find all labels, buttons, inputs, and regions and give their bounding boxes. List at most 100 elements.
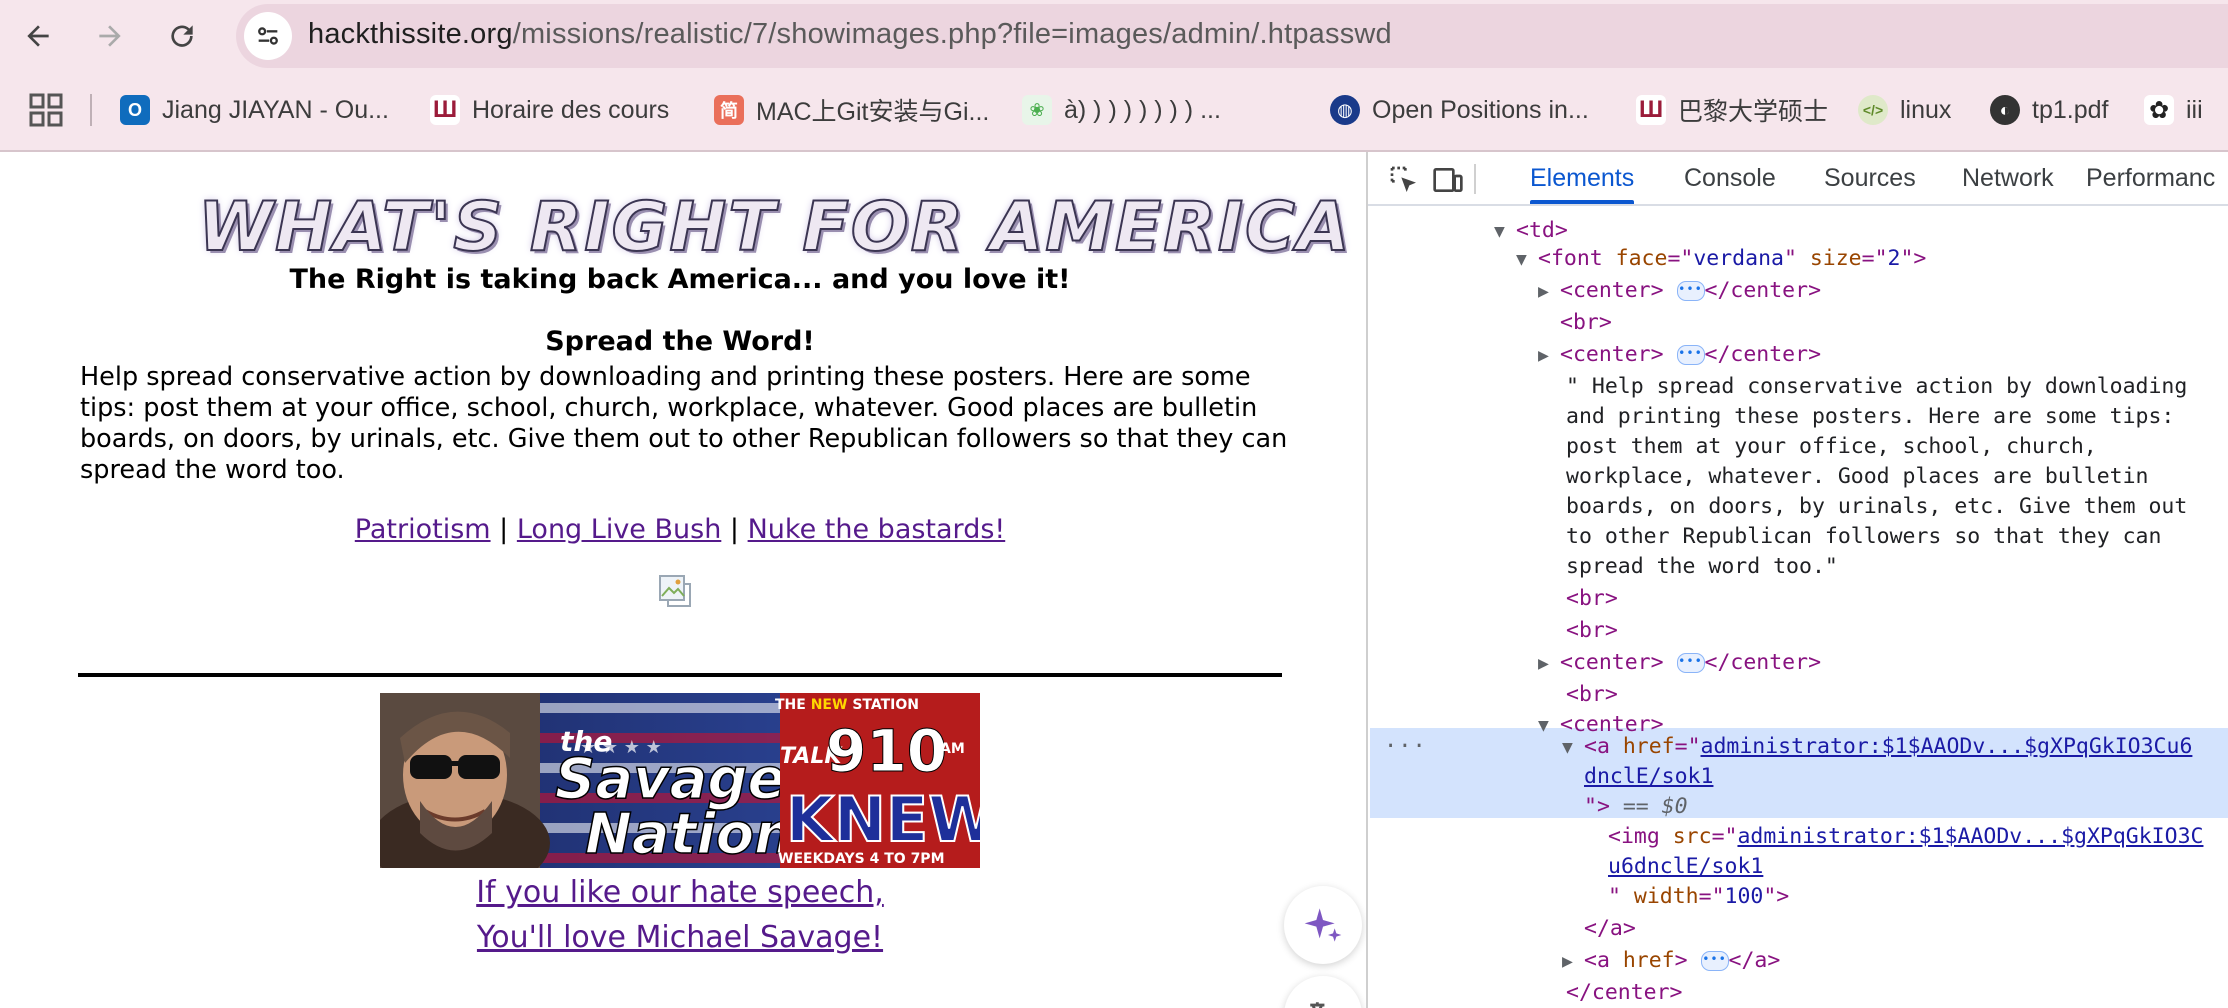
url-host: hackthissite.org (308, 18, 513, 50)
dom-node-center[interactable]: ▶ <center> •••</center> (1368, 276, 2228, 306)
ellipsis-badge[interactable]: ••• (1676, 281, 1705, 301)
nuke-link[interactable]: Nuke the bastards! (748, 514, 1006, 545)
tab-network[interactable]: Network (1962, 152, 2054, 204)
dom-node-center[interactable]: ▶ <center> •••</center> (1368, 648, 2228, 678)
dom-node-br[interactable]: <br> (1368, 584, 2228, 614)
globe-icon: ◍ (1330, 95, 1360, 125)
banner-am: AM (940, 741, 965, 757)
banner-frequency: 910 (826, 717, 947, 785)
bookmark-item[interactable]: ◍ Open Positions in... (1330, 88, 1589, 132)
bookmark-item[interactable]: Ш Horaire des cours (430, 88, 669, 132)
bookmark-item[interactable]: 简 MAC上Git安装与Gi... (714, 88, 989, 132)
device-toggle-icon[interactable] (1428, 160, 1468, 200)
world-icon: ◐ (1990, 95, 2020, 125)
address-bar[interactable]: hackthissite.org/missions/realistic/7/sh… (236, 4, 2228, 68)
savage-nation-banner[interactable]: ★ ★ ★ ★ the Savage Nation THE NEW STATIO… (380, 693, 980, 868)
collapsed-triangle-icon[interactable]: ▶ (1538, 277, 1560, 307)
site-logo: WHAT'S RIGHT FOR AMERICA (197, 187, 1352, 268)
bookmark-label: Jiang JIAYAN - Ou... (162, 95, 389, 124)
img-src-link[interactable]: administrator:$1$AAODv...$gXPqGkIO3C (1737, 824, 2203, 849)
dom-node-anchor-selected[interactable]: ▼ <a href="administrator:$1$AAODv...$gXPq… (1368, 732, 2228, 762)
section-heading: Spread the Word! (545, 326, 815, 357)
tab-performance[interactable]: Performanc (2086, 152, 2215, 204)
expanded-triangle-icon[interactable]: ▼ (1562, 733, 1584, 763)
expanded-triangle-icon[interactable]: ▼ (1494, 217, 1516, 247)
ellipsis-badge[interactable]: ••• (1700, 951, 1729, 971)
code-icon: </> (1858, 95, 1888, 125)
site-info-button[interactable] (244, 12, 292, 60)
banner-station-new: NEW (811, 697, 848, 713)
dom-text-node-line[interactable]: to other Republican followers so that th… (1368, 522, 2228, 552)
back-arrow-icon (27, 25, 49, 47)
back-button[interactable] (12, 10, 64, 62)
href-link[interactable]: administrator:$1$AAODv...$gXPqGkIO3Cu6 (1701, 734, 2193, 759)
bookmark-label: 巴黎大学硕士 (1678, 98, 1829, 126)
tab-console[interactable]: Console (1684, 152, 1776, 204)
bookmark-item[interactable]: ✿ iii (2144, 88, 2203, 132)
bookmark-item[interactable]: Ш 巴黎大学硕士 (1636, 88, 1828, 132)
translate-icon (1310, 1002, 1325, 1008)
browser-toolbar: hackthissite.org/missions/realistic/7/sh… (0, 0, 2228, 72)
img-src-link-cont[interactable]: u6dnclE/sok1 (1608, 854, 1763, 879)
font-face-value: verdana (1693, 246, 1784, 271)
reload-button[interactable] (156, 10, 208, 62)
dom-text-node-line[interactable]: boards, on doors, by urinals, etc. Give … (1368, 492, 2228, 522)
dom-text-node-line[interactable]: " Help spread conservative action by dow… (1368, 372, 2228, 402)
dom-node-img[interactable]: <img src="administrator:$1$AAODv...$gXPq… (1368, 822, 2228, 852)
dom-node-anchor[interactable]: ▶ <a href> •••</a> (1368, 946, 2228, 976)
dom-node-br[interactable]: <br> (1368, 680, 2228, 710)
expanded-triangle-icon[interactable]: ▼ (1516, 245, 1538, 275)
collapsed-triangle-icon[interactable]: ▶ (1562, 947, 1584, 977)
bookmarks-separator (90, 94, 92, 126)
toolbar-separator (1474, 164, 1476, 194)
url-path: /missions/realistic/7/showimages.php?fil… (512, 18, 1392, 50)
dom-node-img-cont[interactable]: u6dnclE/sok1 (1368, 852, 2228, 882)
inspect-element-icon[interactable] (1384, 160, 1424, 200)
bookmark-item[interactable]: ❀ à) ) ) ) ) ) ) ) ... (1022, 88, 1221, 132)
savage-link-line2[interactable]: You'll love Michael Savage! (477, 920, 883, 955)
dom-text-node-line[interactable]: post them at your office, school, church… (1368, 432, 2228, 462)
dom-node-font[interactable]: ▼ <font face="verdana" size="2"> (1368, 244, 2228, 274)
translate-button[interactable] (1284, 976, 1362, 1008)
savage-nation-banner-image: ★ ★ ★ ★ the Savage Nation THE NEW STATIO… (380, 693, 980, 868)
dom-node-img-width[interactable]: " width="100"> (1368, 882, 2228, 912)
href-link-cont[interactable]: dnclE/sok1 (1584, 764, 1713, 789)
dom-node-br[interactable]: <br> (1368, 616, 2228, 646)
dom-node-anchor-close-bracket[interactable]: "> == $0 (1368, 792, 2228, 822)
forward-button[interactable] (84, 10, 136, 62)
savage-link[interactable]: If you like our hate speech, You'll love… (380, 870, 980, 960)
bookmark-label: Horaire des cours (472, 95, 670, 124)
dom-node-center-close[interactable]: </center> (1368, 978, 2228, 1008)
url-text[interactable]: hackthissite.org/missions/realistic/7/sh… (308, 18, 1392, 51)
bookmark-label: iii (2186, 95, 2203, 124)
dom-node-center[interactable]: ▶ <center> •••</center> (1368, 340, 2228, 370)
tab-sources[interactable]: Sources (1824, 152, 1916, 204)
apps-grid-icon[interactable] (28, 92, 64, 128)
ellipsis-badge[interactable]: ••• (1676, 653, 1705, 673)
horizontal-rule (78, 673, 1282, 677)
collapsed-triangle-icon[interactable]: ▶ (1538, 341, 1560, 371)
dom-node-td[interactable]: ▼ <td> (1368, 216, 2228, 246)
dom-text-node-line[interactable]: spread the word too." (1368, 552, 2228, 582)
dom-node-anchor-href-cont[interactable]: dnclE/sok1 (1368, 762, 2228, 792)
long-live-bush-link[interactable]: Long Live Bush (517, 514, 721, 545)
tab-elements[interactable]: Elements (1530, 152, 1635, 204)
dom-text-node-line[interactable]: and printing these posters. Here are som… (1368, 402, 2228, 432)
dom-node-br[interactable]: <br> (1368, 308, 2228, 338)
bookmark-item[interactable]: O Jiang JIAYAN - Ou... (120, 88, 389, 132)
collapsed-triangle-icon[interactable]: ▶ (1538, 649, 1560, 679)
forward-arrow-icon (99, 25, 121, 47)
dom-text-node-line[interactable]: workplace, whatever. Good places are bul… (1368, 462, 2228, 492)
bookmark-item[interactable]: ◐ tp1.pdf (1990, 88, 2108, 132)
jianshu-icon: 简 (714, 95, 744, 125)
ellipsis-badge[interactable]: ••• (1676, 345, 1705, 365)
tune-icon (258, 27, 278, 45)
dom-node-anchor-close[interactable]: </a> (1368, 914, 2228, 944)
ai-assist-button[interactable] (1284, 886, 1362, 964)
banner-station-prefix: THE (775, 697, 811, 713)
patriotism-link[interactable]: Patriotism (355, 514, 491, 545)
savage-link-line1[interactable]: If you like our hate speech, (476, 875, 884, 910)
broken-image-icon[interactable] (658, 574, 692, 608)
devtools-panel: Elements Console Sources Network Perform… (1366, 152, 2228, 1008)
bookmark-item[interactable]: </> linux (1858, 88, 1951, 132)
